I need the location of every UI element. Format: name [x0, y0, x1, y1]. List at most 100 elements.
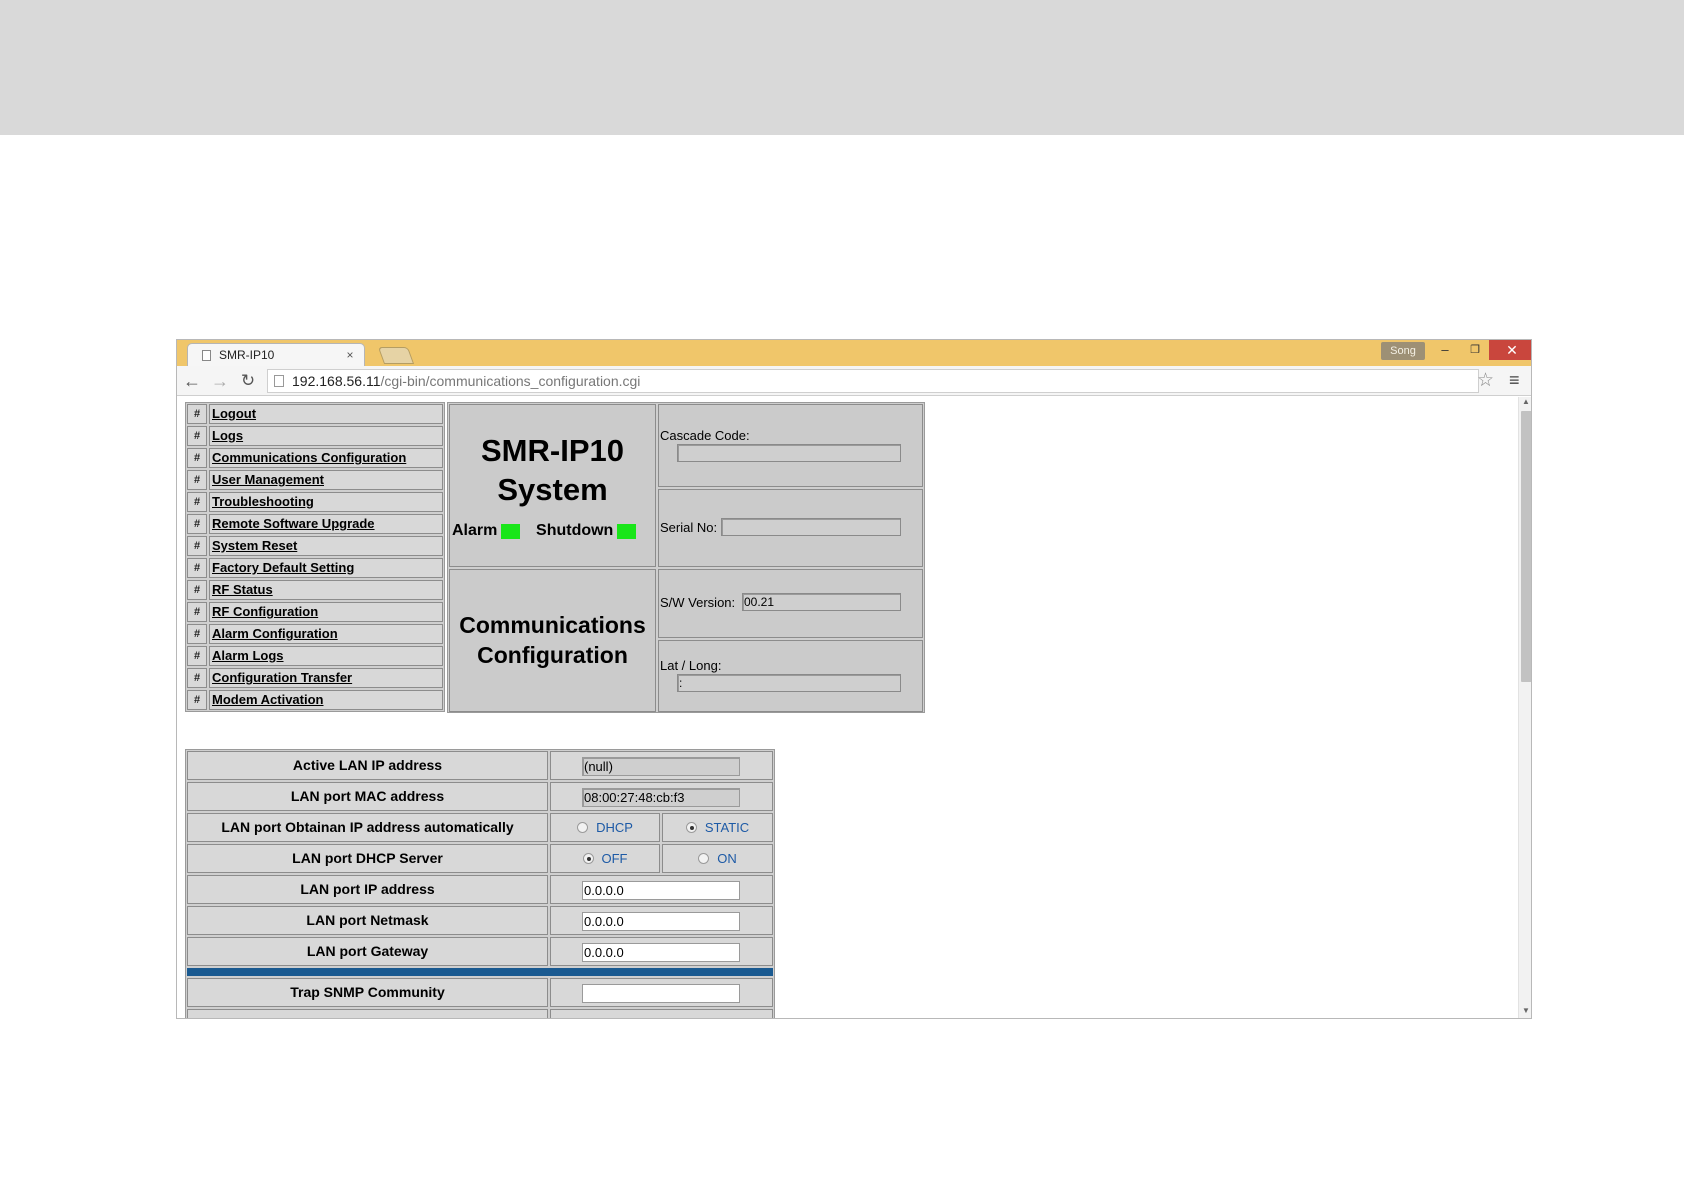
- menu-item: # Troubleshooting: [187, 492, 443, 512]
- serial-no-field[interactable]: [721, 518, 901, 536]
- menu-link-system-reset[interactable]: System Reset: [209, 536, 443, 556]
- page-title-line1: Communications: [459, 612, 646, 638]
- menu-link-logs[interactable]: Logs: [209, 426, 443, 446]
- page-title-cell: Communications Configuration: [449, 569, 656, 712]
- active-lan-ip-field[interactable]: (null): [582, 757, 740, 776]
- menu-link-rf-status[interactable]: RF Status: [209, 580, 443, 600]
- menu-link-logout[interactable]: Logout: [209, 404, 443, 424]
- restore-icon[interactable]: ❐: [1461, 340, 1489, 360]
- next-row-cell: [550, 1009, 773, 1018]
- browser-window: SMR-IP10 × Song – ❐ ✕ ← → ↻ 192.168.56.1…: [176, 339, 1532, 1019]
- menu-hash: #: [187, 426, 207, 446]
- sw-version-field[interactable]: 00.21: [742, 593, 901, 611]
- cascade-code-field[interactable]: [677, 444, 901, 462]
- trap-snmp-input[interactable]: [582, 984, 740, 1003]
- gateway-label: LAN port Gateway: [187, 937, 548, 966]
- dhcp-off-radio-icon[interactable]: [582, 853, 594, 864]
- dhcp-server-label: LAN port DHCP Server: [187, 844, 548, 873]
- menu-link-factory-default-setting[interactable]: Factory Default Setting: [209, 558, 443, 578]
- menu-item: # Logs: [187, 426, 443, 446]
- obtain-ip-label: LAN port Obtainan IP address automatical…: [187, 813, 548, 842]
- browser-tab[interactable]: SMR-IP10 ×: [187, 343, 365, 366]
- dhcp-off-radio-option[interactable]: OFF: [550, 844, 660, 873]
- gateway-input[interactable]: 0.0.0.0: [582, 943, 740, 962]
- forward-arrow-icon[interactable]: →: [209, 370, 231, 392]
- static-radio-icon[interactable]: [685, 822, 697, 833]
- menu-link-user-management[interactable]: User Management: [209, 470, 443, 490]
- menu-hash: #: [187, 448, 207, 468]
- scroll-up-arrow-icon[interactable]: ▲: [1519, 397, 1531, 409]
- table-row: Active LAN IP address (null): [187, 751, 773, 780]
- scroll-thumb[interactable]: [1521, 411, 1531, 682]
- cascade-code-cell: Cascade Code:: [658, 404, 923, 487]
- next-row-label: [187, 1009, 548, 1018]
- lat-long-field[interactable]: :: [677, 674, 901, 692]
- system-title: SMR-IP10 System: [450, 431, 655, 509]
- menu-item: # RF Status: [187, 580, 443, 600]
- tab-close-icon[interactable]: ×: [342, 348, 358, 362]
- menu-hash: #: [187, 514, 207, 534]
- menu-link-communications-configuration[interactable]: Communications Configuration: [209, 448, 443, 468]
- back-arrow-icon[interactable]: ←: [181, 370, 203, 392]
- dhcp-radio-icon[interactable]: [577, 822, 589, 833]
- dhcp-radio-option[interactable]: DHCP: [550, 813, 660, 842]
- scroll-down-arrow-icon[interactable]: ▼: [1519, 1006, 1531, 1018]
- gateway-cell: 0.0.0.0: [550, 937, 773, 966]
- menu-item: # Factory Default Setting: [187, 558, 443, 578]
- table-row: Trap SNMP Community: [187, 978, 773, 1007]
- browser-titlebar: SMR-IP10 × Song – ❐ ✕: [177, 340, 1531, 366]
- tab-title: SMR-IP10: [219, 348, 275, 362]
- menu-hash: #: [187, 668, 207, 688]
- reload-icon[interactable]: ↻: [237, 370, 259, 392]
- system-header-panel: SMR-IP10 System Alarm Shutdown Communica…: [447, 402, 925, 713]
- system-title-line2: System: [497, 472, 608, 507]
- table-row: LAN port Netmask 0.0.0.0: [187, 906, 773, 935]
- menu-link-modem-activation[interactable]: Modem Activation: [209, 690, 443, 710]
- menu-item: # RF Configuration: [187, 602, 443, 622]
- browser-toolbar: ← → ↻ 192.168.56.11/cgi-bin/communicatio…: [177, 366, 1531, 396]
- hamburger-menu-icon[interactable]: ≡: [1509, 370, 1520, 391]
- menu-hash: #: [187, 624, 207, 644]
- nav-menu: # Logout # Logs # Communications Configurat…: [185, 402, 445, 712]
- menu-hash: #: [187, 646, 207, 666]
- menu-hash: #: [187, 404, 207, 424]
- menu-hash: #: [187, 690, 207, 710]
- menu-link-rf-configuration[interactable]: RF Configuration: [209, 602, 443, 622]
- netmask-input[interactable]: 0.0.0.0: [582, 912, 740, 931]
- static-radio-option[interactable]: STATIC: [662, 813, 773, 842]
- alarm-led: [501, 523, 521, 539]
- lan-ip-input[interactable]: 0.0.0.0: [582, 881, 740, 900]
- menu-hash: #: [187, 492, 207, 512]
- page-viewport: # Logout # Logs # Communications Configurat…: [177, 397, 1518, 1018]
- status-indicators: Alarm Shutdown: [452, 522, 652, 540]
- mac-address-label: LAN port MAC address: [187, 782, 548, 811]
- new-tab-button[interactable]: [377, 347, 415, 364]
- menu-link-remote-software-upgrade[interactable]: Remote Software Upgrade: [209, 514, 443, 534]
- close-window-icon[interactable]: ✕: [1489, 340, 1531, 360]
- menu-hash: #: [187, 558, 207, 578]
- vertical-scrollbar[interactable]: ▲ ▼: [1518, 397, 1531, 1018]
- mac-address-cell: 08:00:27:48:cb:f3: [550, 782, 773, 811]
- url-host: 192.168.56.11: [292, 373, 381, 389]
- mac-address-field[interactable]: 08:00:27:48:cb:f3: [582, 788, 740, 807]
- lan-ip-label: LAN port IP address: [187, 875, 548, 904]
- netmask-label: LAN port Netmask: [187, 906, 548, 935]
- shutdown-led: [617, 523, 636, 539]
- table-row: LAN port MAC address 08:00:27:48:cb:f3: [187, 782, 773, 811]
- dhcp-on-radio-option[interactable]: ON: [662, 844, 773, 873]
- menu-item: # Alarm Configuration: [187, 624, 443, 644]
- table-row: LAN port Obtainan IP address automatical…: [187, 813, 773, 842]
- menu-link-alarm-logs[interactable]: Alarm Logs: [209, 646, 443, 666]
- address-bar[interactable]: 192.168.56.11/cgi-bin/communications_con…: [267, 369, 1479, 393]
- profile-badge[interactable]: Song: [1381, 342, 1425, 360]
- page-icon: [202, 349, 211, 361]
- menu-hash: #: [187, 580, 207, 600]
- minimize-icon[interactable]: –: [1431, 340, 1459, 360]
- menu-link-troubleshooting[interactable]: Troubleshooting: [209, 492, 443, 512]
- menu-link-alarm-configuration[interactable]: Alarm Configuration: [209, 624, 443, 644]
- bookmark-star-icon[interactable]: ☆: [1477, 369, 1494, 392]
- lan-config-table: Active LAN IP address (null) LAN port MA…: [185, 749, 775, 1018]
- dhcp-on-radio-icon[interactable]: [698, 853, 710, 864]
- menu-link-configuration-transfer[interactable]: Configuration Transfer: [209, 668, 443, 688]
- lan-ip-cell: 0.0.0.0: [550, 875, 773, 904]
